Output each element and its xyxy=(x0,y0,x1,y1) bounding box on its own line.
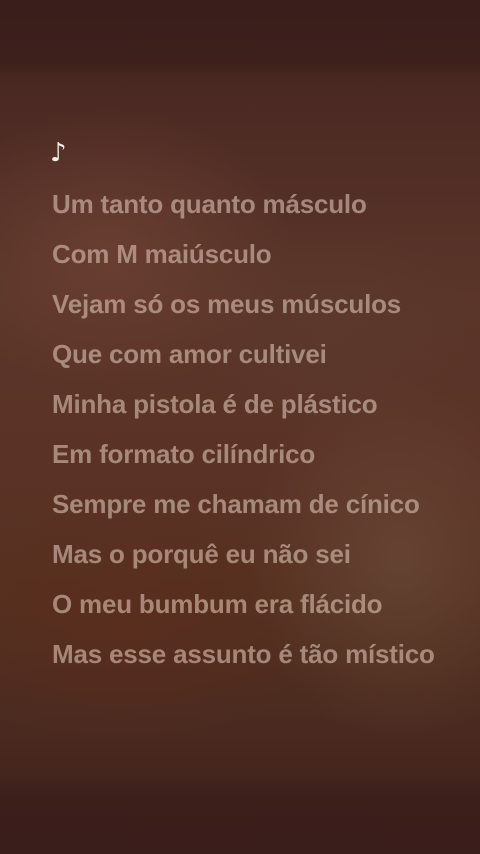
lyric-line[interactable]: Sempre me chamam de cínico xyxy=(52,486,452,522)
lyric-line[interactable]: Um tanto quanto másculo xyxy=(52,186,452,222)
lyric-line[interactable]: Vejam só os meus músculos xyxy=(52,286,452,322)
bottom-bar xyxy=(0,776,480,854)
top-bar xyxy=(0,0,480,78)
music-note-icon: ♪ xyxy=(50,138,67,168)
lyrics-panel[interactable]: ♪ Um tanto quanto másculo Com M maiúscul… xyxy=(50,136,452,672)
lyric-line[interactable]: O meu bumbum era flácido xyxy=(52,586,452,622)
lyric-line[interactable]: Minha pistola é de plástico xyxy=(52,386,452,422)
lyrics-screen: ♪ Um tanto quanto másculo Com M maiúscul… xyxy=(0,0,480,854)
lyric-line[interactable]: Mas o porquê eu não sei xyxy=(52,536,452,572)
lyric-line[interactable]: Mas esse assunto é tão místico xyxy=(52,636,452,672)
lyric-line[interactable]: Que com amor cultivei xyxy=(52,336,452,372)
lyric-line[interactable]: Com M maiúsculo xyxy=(52,236,452,272)
lyric-line[interactable]: Em formato cilíndrico xyxy=(52,436,452,472)
